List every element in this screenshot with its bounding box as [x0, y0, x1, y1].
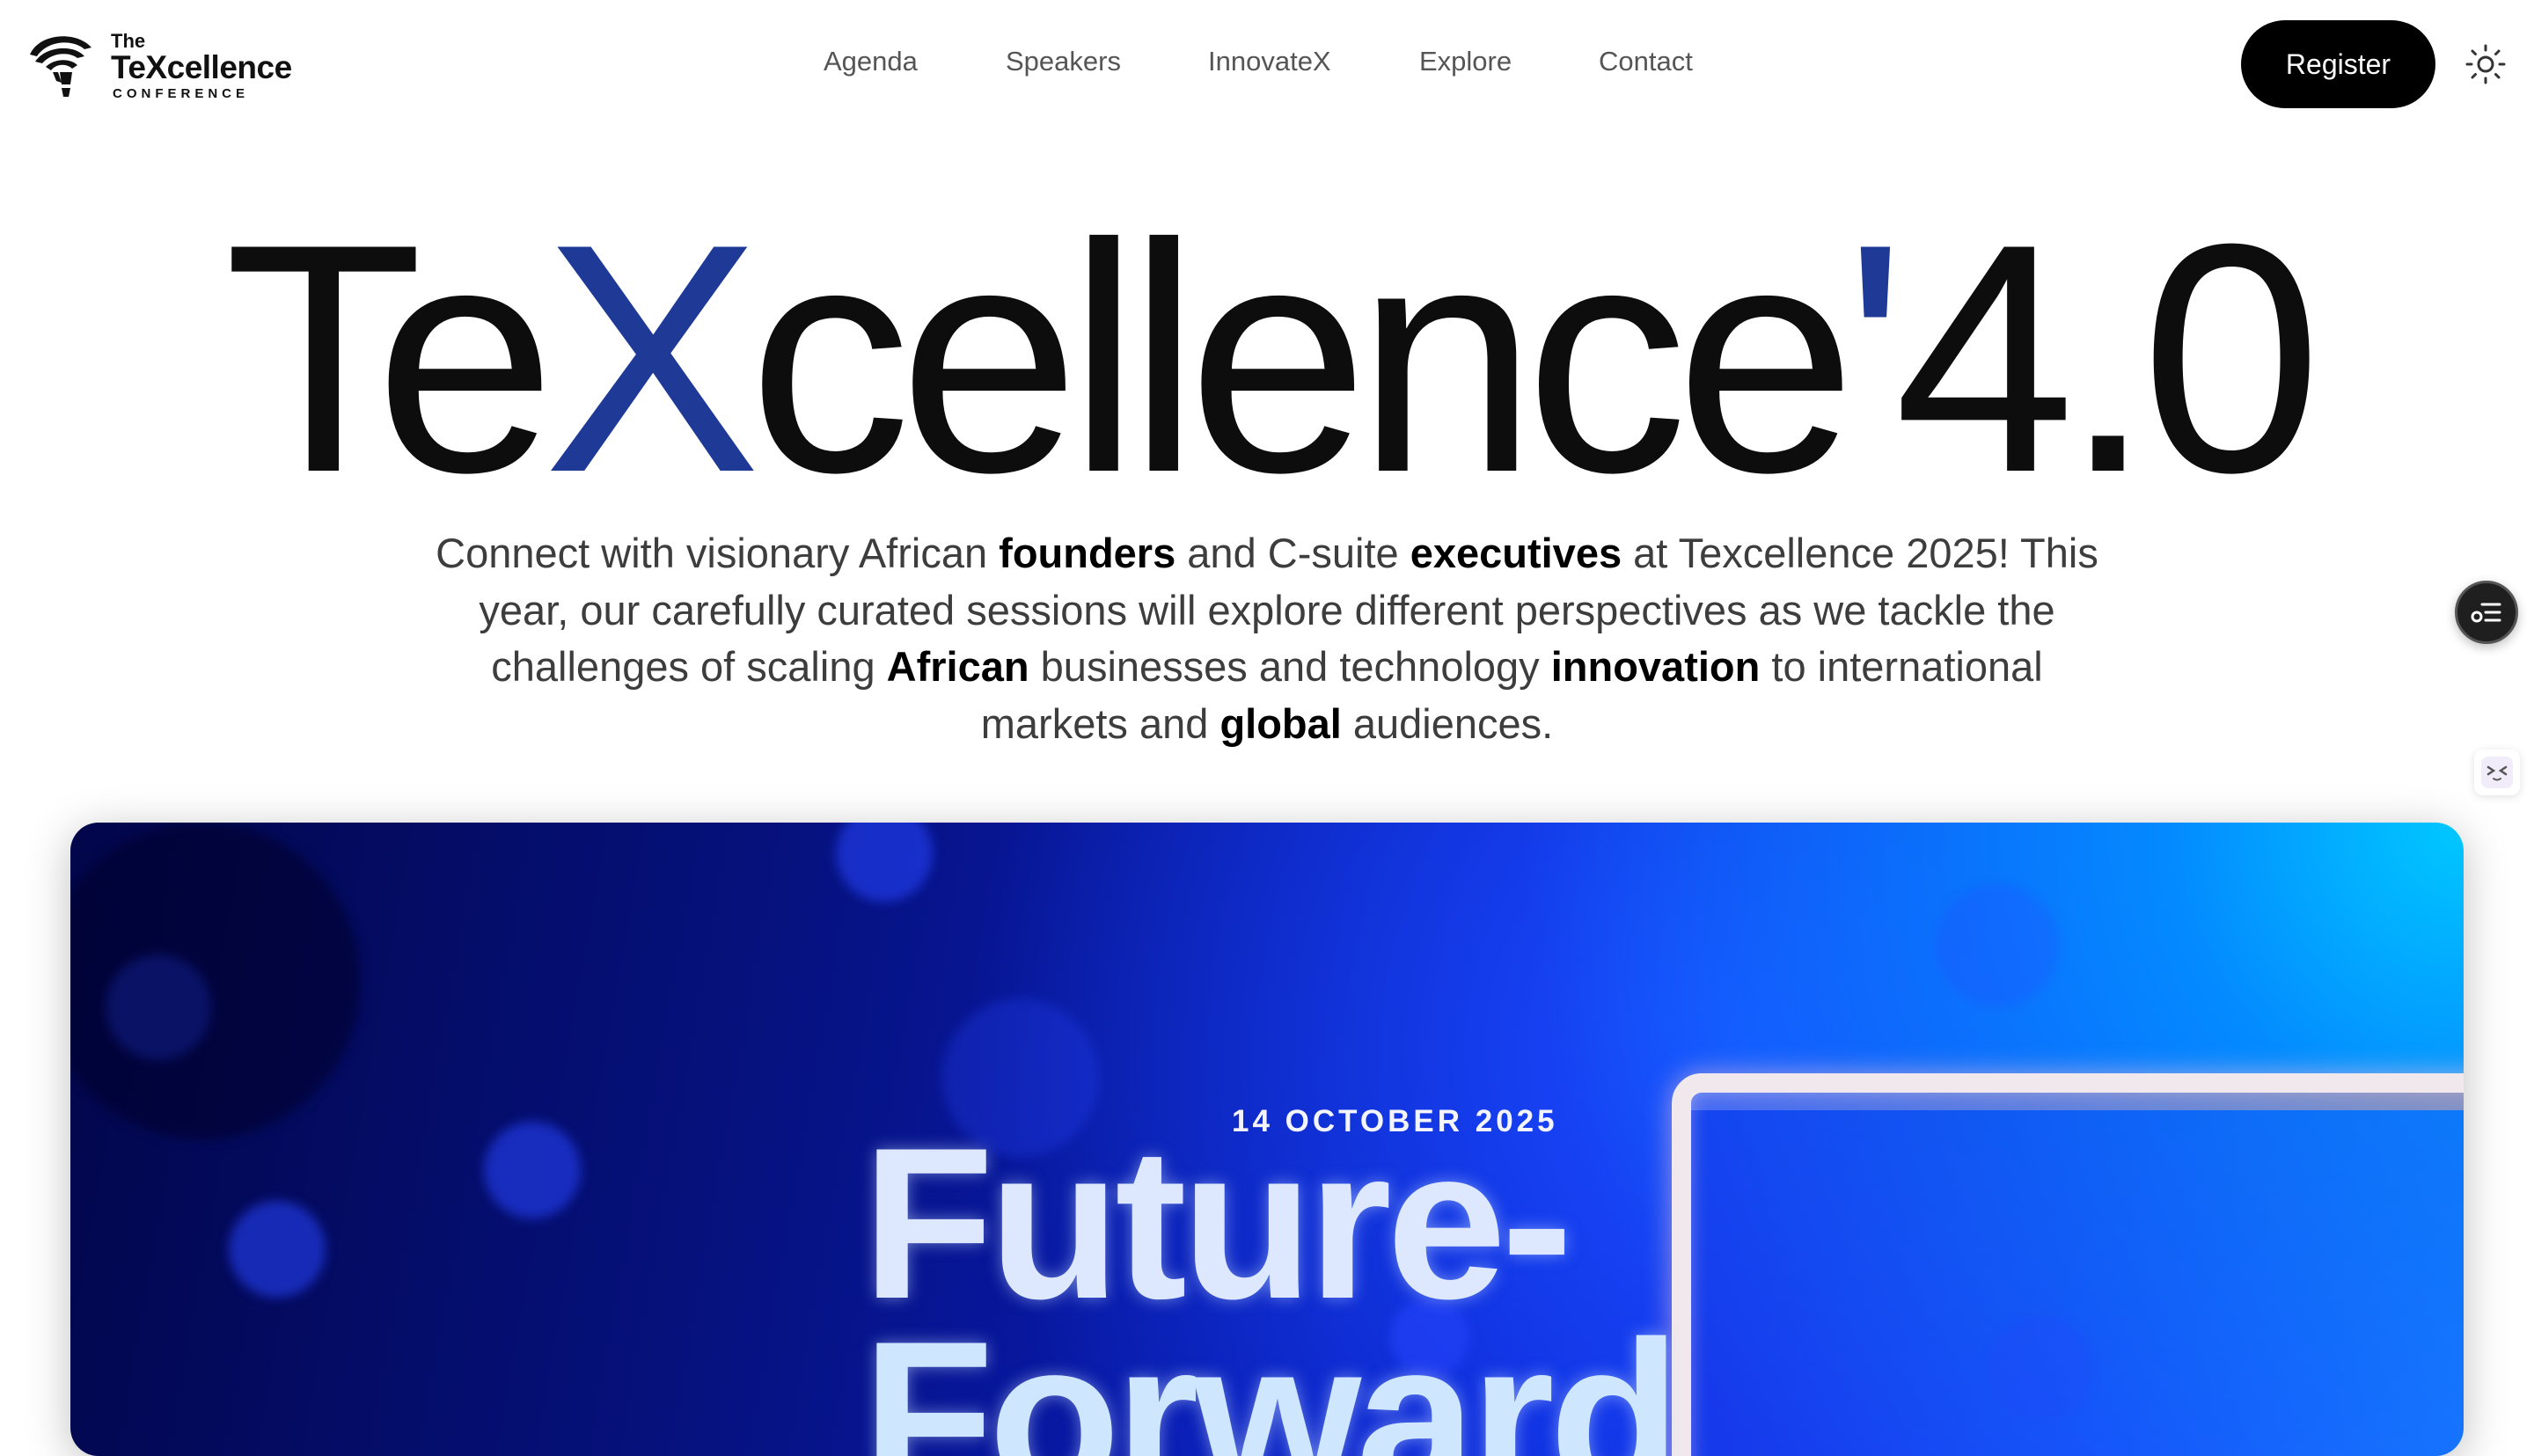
nav-item-innovatex[interactable]: InnovateX	[1208, 46, 1331, 77]
bokeh-light	[229, 1201, 326, 1298]
logo-tagline-text: CONFERENCE	[113, 86, 250, 101]
hero-title-accent: X	[543, 177, 761, 540]
banner-headline-line2: Forward	[862, 1296, 1681, 1456]
main-nav: Agenda Speakers InnovateX Explore Contac…	[0, 46, 2534, 86]
nav-item-contact[interactable]: Contact	[1599, 46, 1693, 77]
hero-title-version: 4.0	[1893, 177, 2322, 540]
hero-title-apostrophe: '	[1844, 177, 1907, 540]
nav-item-speakers[interactable]: Speakers	[1006, 46, 1121, 77]
banner-headline: Future- Forward	[862, 1116, 1830, 1456]
assistant-face-icon	[2481, 757, 2513, 788]
hero-desc-bold: executives	[1410, 530, 1622, 576]
register-button[interactable]: Register	[2241, 20, 2435, 108]
site-header: The TeXcellence CONFERENCE Agenda Speake…	[0, 0, 2534, 130]
list-settings-icon	[2471, 603, 2501, 623]
hero-desc-bold: global	[1219, 699, 1342, 747]
hero-desc-bold: innovation	[1550, 643, 1761, 690]
nav-item-agenda[interactable]: Agenda	[824, 46, 918, 77]
hero-desc-segment: businesses and technology	[1029, 643, 1551, 690]
hero-desc-segment: and C-suite	[1175, 530, 1410, 576]
hero-desc-bold: African	[886, 643, 1029, 690]
hero-desc-segment: Connect with visionary African	[436, 530, 1000, 576]
theme-toggle-button[interactable]	[2464, 42, 2508, 86]
bokeh-light	[1936, 884, 2059, 1007]
sun-icon	[2465, 44, 2506, 84]
floating-menu-button[interactable]	[2455, 581, 2518, 644]
assistant-widget-button[interactable]	[2474, 750, 2520, 795]
bokeh-light	[484, 1122, 581, 1218]
bokeh-shadow	[70, 823, 361, 1139]
bokeh-light	[836, 823, 933, 902]
hero-title-part2: cellence	[748, 177, 1857, 540]
hero-desc-bold: founders	[999, 530, 1176, 576]
hero-title-part1: Te	[223, 177, 556, 540]
hero-desc-segment: audiences.	[1341, 699, 1554, 747]
hero-title: TeXcellence'4.0	[0, 196, 2534, 522]
nav-item-explore[interactable]: Explore	[1419, 46, 1512, 77]
event-banner: 14 OCTOBER 2025 Future- Forward	[70, 823, 2464, 1456]
hero-description: Connect with visionary African founders …	[431, 525, 2103, 752]
